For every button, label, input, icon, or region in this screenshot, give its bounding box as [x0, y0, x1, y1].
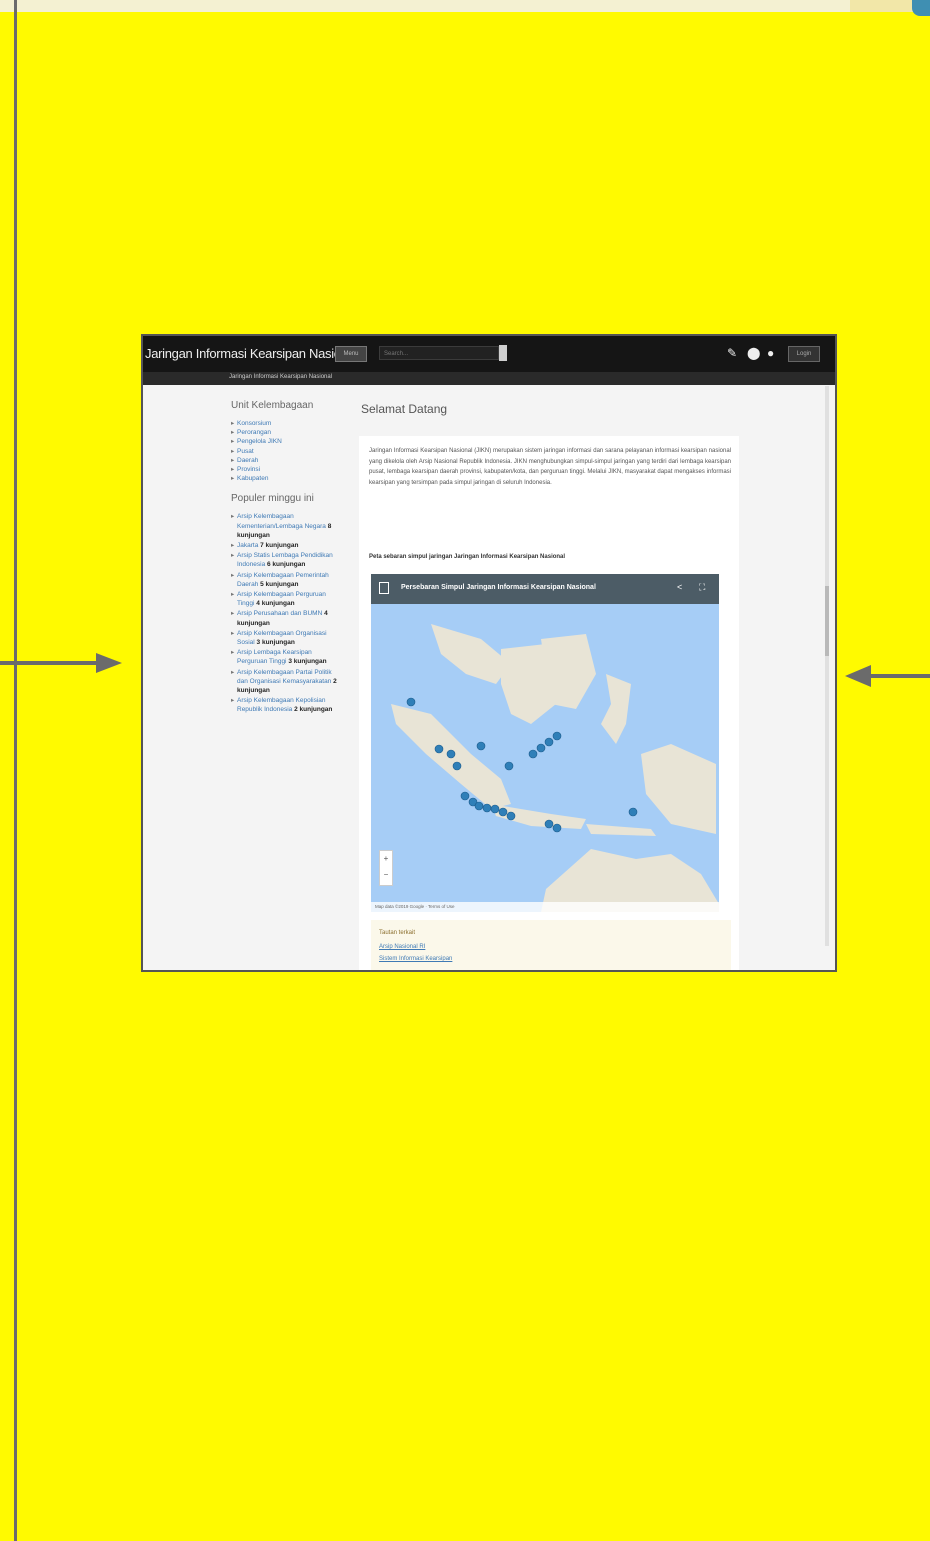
corner-accent: [912, 0, 930, 16]
map-marker: [474, 801, 484, 811]
landmass-malaysia: [431, 624, 511, 684]
popular-item-count: 2 kunjungan: [294, 706, 333, 714]
popular-item[interactable]: Arsip Kelembagaan Partai Politik dan Org…: [231, 668, 341, 696]
arrow-left-icon: [845, 665, 930, 687]
top-strip: [0, 0, 930, 12]
map-header: Persebaran Simpul Jaringan Informasi Kea…: [371, 574, 719, 604]
landmass-papua: [641, 744, 716, 834]
site-header: Jaringan Informasi Kearsipan Nasional Me…: [143, 336, 835, 372]
sidebar-item[interactable]: Konsorsium: [231, 419, 341, 428]
popular-item-count: 5 kunjungan: [260, 580, 299, 588]
map-marker: [434, 744, 444, 754]
popular-item-count: 6 kunjungan: [267, 561, 306, 569]
menu-button[interactable]: Menu: [335, 346, 367, 362]
popular-item[interactable]: Arsip Statis Lembaga Pendidikan Indonesi…: [231, 551, 341, 569]
site-title[interactable]: Jaringan Informasi Kearsipan Nasional: [145, 346, 357, 361]
related-links-label: Tautan terkait: [379, 930, 416, 936]
search-button[interactable]: [499, 345, 507, 361]
map-marker: [498, 807, 508, 817]
related-links-box: Tautan terkait Arsip Nasional RI Sistem …: [371, 920, 731, 970]
intro-paragraph: Jaringan Informasi Kearsipan Nasional (J…: [369, 448, 731, 486]
map-marker: [536, 743, 546, 753]
popular-item[interactable]: Arsip Kelembagaan Kepolisian Republik In…: [231, 696, 341, 714]
map-marker: [504, 761, 514, 771]
map-marker: [406, 697, 416, 707]
sidebar-item[interactable]: Pusat: [231, 447, 341, 456]
search-input[interactable]: Search...: [379, 346, 499, 360]
sidebar-heading-units: Unit Kelembagaan: [231, 400, 314, 411]
map-marker: [628, 807, 638, 817]
popular-item-title[interactable]: Jakarta: [237, 542, 258, 549]
map-marker: [490, 804, 500, 814]
popular-item[interactable]: Arsip Perusahaan dan BUMN 4 kunjungan: [231, 609, 341, 627]
landmass-nusa-tenggara: [586, 824, 656, 836]
map-marker: [460, 791, 470, 801]
map-marker: [544, 737, 554, 747]
breadcrumb-bar: Jaringan Informasi Kearsipan Nasional: [143, 372, 835, 385]
popular-item-count: 4 kunjungan: [256, 600, 295, 608]
website-screenshot: Jaringan Informasi Kearsipan Nasional Me…: [141, 334, 837, 972]
landmass-java: [491, 804, 586, 829]
map-marker: [476, 741, 486, 751]
related-link[interactable]: Arsip Nasional RI: [379, 944, 425, 950]
page-title: Selamat Datang: [361, 402, 448, 416]
zoom-in-icon[interactable]: +: [380, 851, 392, 867]
map-marker: [552, 731, 562, 741]
unit-list: Konsorsium Perorangan Pengelola JIKN Pus…: [231, 419, 341, 484]
popular-item-title[interactable]: Arsip Perusahaan dan BUMN: [237, 610, 322, 617]
sidebar-item[interactable]: Kabupaten: [231, 474, 341, 483]
sidebar: Unit Kelembagaan Konsorsium Perorangan P…: [231, 400, 341, 725]
map-widget[interactable]: Persebaran Simpul Jaringan Informasi Kea…: [371, 574, 719, 912]
map-marker: [544, 819, 554, 829]
popular-item[interactable]: Arsip Kelembagaan Organisasi Sosial 3 ku…: [231, 629, 341, 647]
popular-item-count: 3 kunjungan: [256, 639, 295, 647]
popular-item[interactable]: Arsip Kelembagaan Perguruan Tinggi 4 kun…: [231, 590, 341, 608]
fullscreen-icon[interactable]: ⛶: [699, 582, 705, 593]
popular-item[interactable]: Arsip Kelembagaan Kementerian/Lembaga Ne…: [231, 512, 341, 540]
main-heading-area: Selamat Datang: [361, 402, 739, 426]
sidebar-item[interactable]: Pengelola JIKN: [231, 437, 341, 446]
popular-item[interactable]: Arsip Lembaga Kearsipan Perguruan Tinggi…: [231, 648, 341, 666]
popular-item-title[interactable]: Arsip Kelembagaan Partai Politik dan Org…: [237, 669, 332, 685]
vertical-connector-line: [14, 0, 17, 1541]
sidebar-item[interactable]: Daerah: [231, 456, 341, 465]
popular-item[interactable]: Arsip Kelembagaan Pemerintah Daerah 5 ku…: [231, 571, 341, 589]
popular-list: Arsip Kelembagaan Kementerian/Lembaga Ne…: [231, 512, 341, 714]
sidebar-heading-popular: Populer minggu ini: [231, 493, 314, 505]
arrow-right-icon: [0, 653, 122, 673]
map-marker: [452, 761, 462, 771]
map-title: Persebaran Simpul Jaringan Informasi Kea…: [401, 584, 596, 591]
scrollbar-thumb[interactable]: [825, 586, 829, 656]
settings-icon[interactable]: ●: [767, 346, 774, 360]
sidebar-item[interactable]: Perorangan: [231, 428, 341, 437]
scrollbar-track[interactable]: [825, 386, 829, 946]
map-attribution: Map data ©2019 Google · Terms of Use: [371, 902, 719, 912]
related-link[interactable]: Sistem Informasi Kearsipan: [379, 956, 452, 962]
map-canvas[interactable]: + − Map data ©2019 Google · Terms of Use: [371, 604, 719, 912]
popular-item-count: 3 kunjungan: [288, 658, 327, 666]
popular-item[interactable]: Jakarta 7 kunjungan: [231, 541, 341, 550]
indonesia-map: [391, 624, 719, 912]
popular-item-count: 7 kunjungan: [260, 542, 299, 550]
location-icon[interactable]: ⬤: [747, 346, 760, 360]
map-marker: [482, 803, 492, 813]
map-caption: Peta sebaran simpul jaringan Jaringan In…: [369, 554, 566, 560]
map-marker: [506, 811, 516, 821]
landmass-sulawesi: [601, 674, 631, 744]
map-marker: [552, 823, 562, 833]
breadcrumb[interactable]: Jaringan Informasi Kearsipan Nasional: [229, 374, 332, 380]
document-icon: [379, 582, 389, 594]
login-button[interactable]: Login: [788, 346, 820, 362]
zoom-out-icon[interactable]: −: [380, 867, 392, 883]
map-marker: [528, 749, 538, 759]
popular-item-title[interactable]: Arsip Kelembagaan Kementerian/Lembaga Ne…: [237, 513, 326, 529]
map-marker: [446, 749, 456, 759]
sidebar-item[interactable]: Provinsi: [231, 465, 341, 474]
pencil-icon[interactable]: ✎: [727, 346, 737, 360]
share-icon[interactable]: <: [677, 582, 682, 592]
zoom-controls[interactable]: + −: [379, 850, 393, 886]
